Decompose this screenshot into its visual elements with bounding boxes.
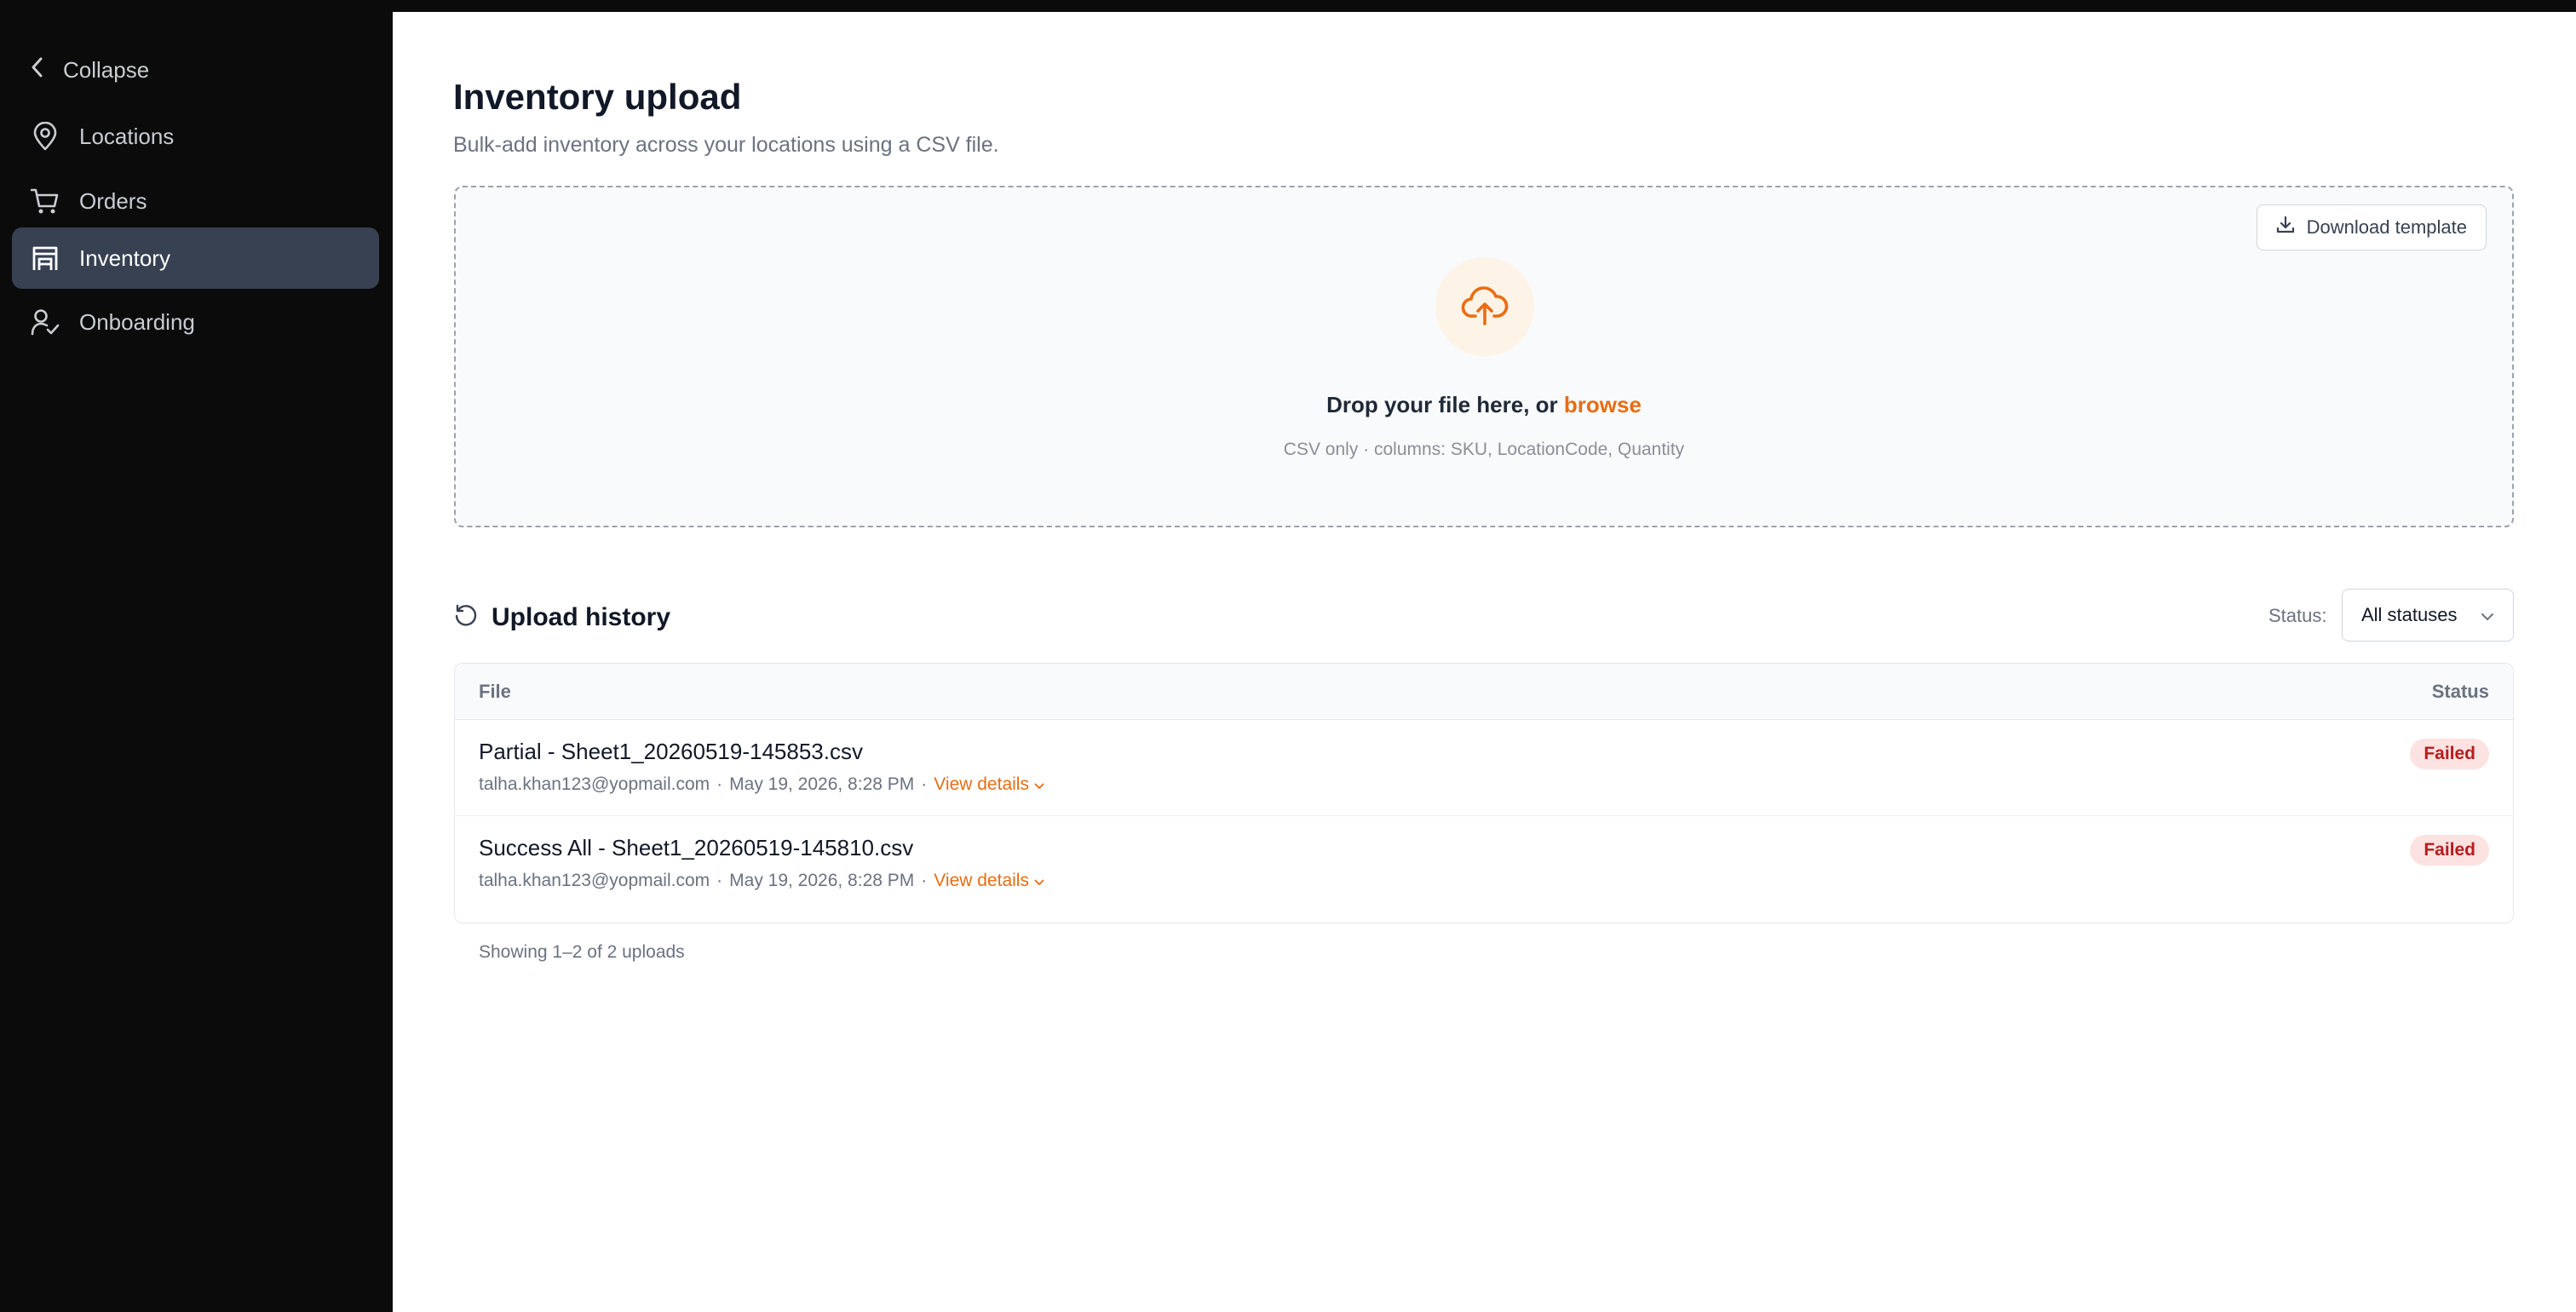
status-filter-label: Status: bbox=[2268, 605, 2327, 626]
file-meta: talha.khan123@yopmail.com · May 19, 2026… bbox=[479, 774, 1044, 795]
table-header: File Status bbox=[455, 664, 2513, 720]
download-icon bbox=[2276, 216, 2295, 239]
separator: · bbox=[921, 871, 928, 890]
sidebar-item-orders[interactable]: Orders bbox=[12, 170, 379, 232]
chevron-down-icon bbox=[1034, 774, 1044, 795]
upload-date: May 19, 2026, 8:28 PM bbox=[729, 774, 915, 794]
view-details-label: View details bbox=[934, 871, 1029, 890]
view-details-link[interactable]: View details bbox=[934, 871, 1044, 891]
drop-text: Drop your file here, or bbox=[1326, 392, 1558, 417]
status-badge: Failed bbox=[2410, 835, 2489, 866]
view-details-label: View details bbox=[934, 774, 1029, 794]
status-filter-value: All statuses bbox=[2361, 604, 2458, 625]
upload-date: May 19, 2026, 8:28 PM bbox=[729, 871, 915, 890]
top-bar bbox=[0, 0, 2576, 12]
sidebar-item-locations[interactable]: Locations bbox=[12, 106, 379, 167]
file-name: Partial - Sheet1_20260519-145853.csv bbox=[479, 739, 863, 764]
upload-history-header: Upload history bbox=[454, 596, 670, 639]
column-header-status: Status bbox=[2431, 681, 2489, 702]
table-row: Success All - Sheet1_20260519-145810.csv… bbox=[455, 816, 2513, 912]
table-row: Partial - Sheet1_20260519-145853.csv tal… bbox=[455, 720, 2513, 816]
sidebar-item-onboarding[interactable]: Onboarding bbox=[12, 291, 379, 353]
chevron-down-icon bbox=[1034, 871, 1044, 891]
browse-link[interactable]: browse bbox=[1564, 392, 1642, 417]
separator: · bbox=[921, 774, 928, 794]
status-badge: Failed bbox=[2410, 739, 2489, 769]
history-icon bbox=[454, 604, 478, 632]
download-template-label: Download template bbox=[2306, 216, 2467, 238]
column-header-file: File bbox=[479, 681, 511, 702]
sidebar-item-label: Orders bbox=[79, 187, 147, 214]
file-meta: talha.khan123@yopmail.com · May 19, 2026… bbox=[479, 871, 1044, 891]
sidebar-item-label: Locations bbox=[79, 123, 175, 149]
uploader-email: talha.khan123@yopmail.com bbox=[479, 774, 710, 794]
upload-history-title: Upload history bbox=[492, 603, 671, 631]
map-pin-icon bbox=[30, 121, 60, 152]
sidebar-item-inventory[interactable]: Inventory bbox=[12, 227, 379, 289]
upload-history-table: File Status Partial - Sheet1_20260519-14… bbox=[454, 663, 2514, 924]
view-details-link[interactable]: View details bbox=[934, 774, 1044, 795]
user-check-icon bbox=[30, 307, 60, 337]
separator: · bbox=[716, 774, 723, 794]
file-dropzone[interactable]: Download template Drop your file here, o… bbox=[454, 186, 2514, 527]
pagination-summary: Showing 1–2 of 2 uploads bbox=[479, 942, 685, 962]
file-name: Success All - Sheet1_20260519-145810.csv bbox=[479, 835, 914, 860]
chevron-down-icon bbox=[2481, 604, 2494, 626]
page-title: Inventory upload bbox=[453, 77, 742, 117]
download-template-button[interactable]: Download template bbox=[2256, 204, 2487, 250]
cloud-upload-icon bbox=[1461, 284, 1509, 331]
main-content: Inventory upload Bulk-add inventory acro… bbox=[393, 12, 2576, 1312]
warehouse-icon bbox=[30, 243, 60, 273]
upload-badge bbox=[1435, 257, 1534, 356]
collapse-label: Collapse bbox=[63, 56, 150, 83]
sidebar-item-label: Onboarding bbox=[79, 308, 195, 335]
status-filter-select[interactable]: All statuses bbox=[2342, 589, 2514, 642]
uploader-email: talha.khan123@yopmail.com bbox=[479, 871, 710, 890]
sidebar-item-label: Inventory bbox=[79, 245, 170, 271]
chevron-left-icon bbox=[31, 56, 44, 84]
shopping-cart-icon bbox=[30, 186, 60, 216]
sidebar: Collapse Locations Orders Inventory Onbo… bbox=[0, 12, 393, 1312]
collapse-button[interactable]: Collapse bbox=[31, 48, 149, 92]
file-format-hint: CSV only · columns: SKU, LocationCode, Q… bbox=[1283, 440, 1685, 459]
drop-instructions: Drop your file here, or browse bbox=[456, 392, 2512, 418]
separator: · bbox=[716, 871, 723, 890]
page-subtitle: Bulk-add inventory across your locations… bbox=[453, 133, 999, 157]
